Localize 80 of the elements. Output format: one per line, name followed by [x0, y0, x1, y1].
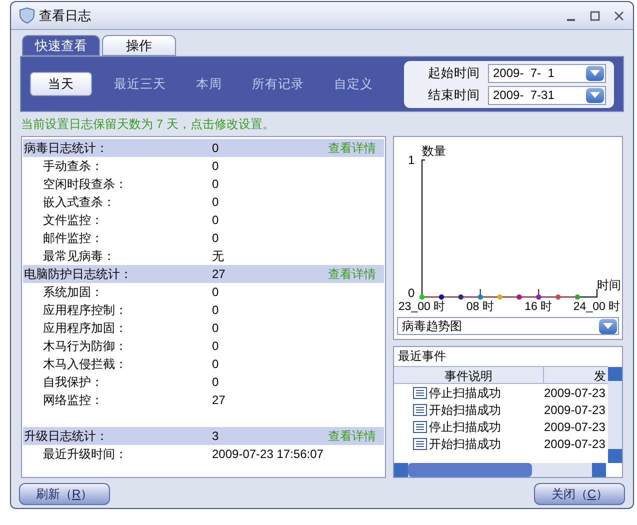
column-header[interactable]: 事件说明 [394, 367, 544, 383]
stat-value: 0 [212, 230, 220, 247]
chart-type-dropdown[interactable]: 病毒趋势图 [397, 317, 619, 335]
stat-label: 病毒日志统计： [23, 140, 109, 157]
log-entry-icon [413, 438, 427, 450]
stat-value: 0 [212, 194, 220, 211]
maximize-icon[interactable] [589, 10, 601, 22]
stat-value: 0 [212, 158, 220, 175]
tick-label: 1 [408, 153, 415, 167]
event-date: 2009-07-23 [544, 418, 606, 436]
axis-title: 数量 [422, 144, 446, 158]
date-picker[interactable]: 2009- 7-31 [488, 86, 606, 104]
log-entry-icon [413, 386, 427, 398]
stat-value: 0 [212, 284, 220, 301]
stat-value: 0 [212, 302, 220, 319]
log-entry-icon [413, 404, 427, 416]
dialog-button[interactable]: 关闭（C） [534, 483, 625, 505]
range-button[interactable]: 自定义 [326, 72, 381, 96]
stat-value: 27 [212, 266, 226, 283]
stat-value: 2009-07-23 17:56:07 [212, 446, 322, 463]
stat-label: 应用程序加固： [43, 320, 128, 337]
stat-label: 邮件监控： [43, 230, 104, 247]
stat-value: 0 [212, 374, 220, 391]
stat-label: 应用程序控制： [43, 302, 128, 319]
stat-label: 最近升级时间： [43, 446, 128, 463]
event-name: 停止扫描成功 [429, 384, 502, 402]
stat-value: 0 [212, 338, 220, 355]
panel-title: 最近事件 [397, 348, 447, 365]
tick-label: 24_00 时 [573, 301, 621, 313]
dropdown-caret-icon[interactable] [599, 318, 617, 334]
date-label: 结束时间 [427, 86, 480, 104]
range-button[interactable]: 最近三天 [106, 72, 174, 96]
stat-value: 3 [212, 428, 220, 445]
stat-label: 网络监控： [43, 392, 104, 409]
log-entry-icon [413, 420, 427, 432]
shield-icon [19, 7, 35, 24]
event-date: 2009-07-23 [544, 402, 606, 418]
stat-value: 0 [212, 140, 220, 157]
axis-title: 时间 [597, 278, 621, 292]
stat-label: 手动查杀： [43, 158, 104, 175]
stat-label: 木马入侵拦截： [43, 356, 128, 373]
date-picker[interactable]: 2009- 7- 1 [488, 64, 606, 82]
event-name: 开始扫描成功 [429, 436, 502, 452]
dropdown-caret-icon[interactable] [586, 88, 604, 102]
stat-label: 文件监控： [43, 212, 104, 229]
date-label: 起始时间 [427, 64, 480, 82]
range-button[interactable]: 所有记录 [244, 72, 312, 96]
stat-value: 0 [212, 212, 220, 229]
stat-label: 最常见病毒： [43, 248, 116, 265]
stat-label: 系统加固： [43, 284, 104, 301]
stat-label: 电脑防护日志统计： [23, 266, 133, 283]
range-button[interactable]: 当天 [30, 72, 92, 96]
window-title: 查看日志 [39, 6, 91, 25]
event-name: 开始扫描成功 [429, 402, 502, 418]
dropdown-caret-icon[interactable] [586, 66, 604, 80]
tick-label: 23_00 时 [398, 301, 446, 313]
tab[interactable]: 快速查看 [22, 35, 100, 56]
stat-label: 嵌入式查杀： [43, 194, 116, 211]
tick-label: 16 时 [524, 301, 553, 313]
stat-label: 空闲时段查杀： [43, 176, 128, 193]
stat-label: 升级日志统计： [23, 428, 109, 445]
range-button[interactable]: 本周 [188, 72, 230, 96]
stat-label: 自我保护： [43, 374, 104, 391]
vertical-scrollbar[interactable] [608, 367, 622, 463]
event-date: 2009-07-23 [544, 436, 606, 452]
stat-value: 0 [212, 320, 220, 337]
stat-label: 木马行为防御： [43, 338, 128, 355]
column-header[interactable]: 发 [544, 367, 608, 383]
tick-label: 0 [408, 286, 415, 300]
stat-value: 无 [212, 248, 225, 265]
event-date: 2009-07-23 [544, 384, 606, 402]
close-icon[interactable] [613, 10, 625, 22]
horizontal-scrollbar[interactable] [394, 463, 606, 477]
stat-value: 0 [212, 176, 220, 193]
dialog-button[interactable]: 刷新（R） [19, 483, 110, 505]
tab[interactable]: 操作 [102, 35, 176, 56]
stat-value: 0 [212, 356, 220, 373]
tick-label: 08 时 [466, 301, 494, 313]
stat-value: 27 [212, 392, 226, 409]
event-name: 停止扫描成功 [429, 418, 502, 436]
